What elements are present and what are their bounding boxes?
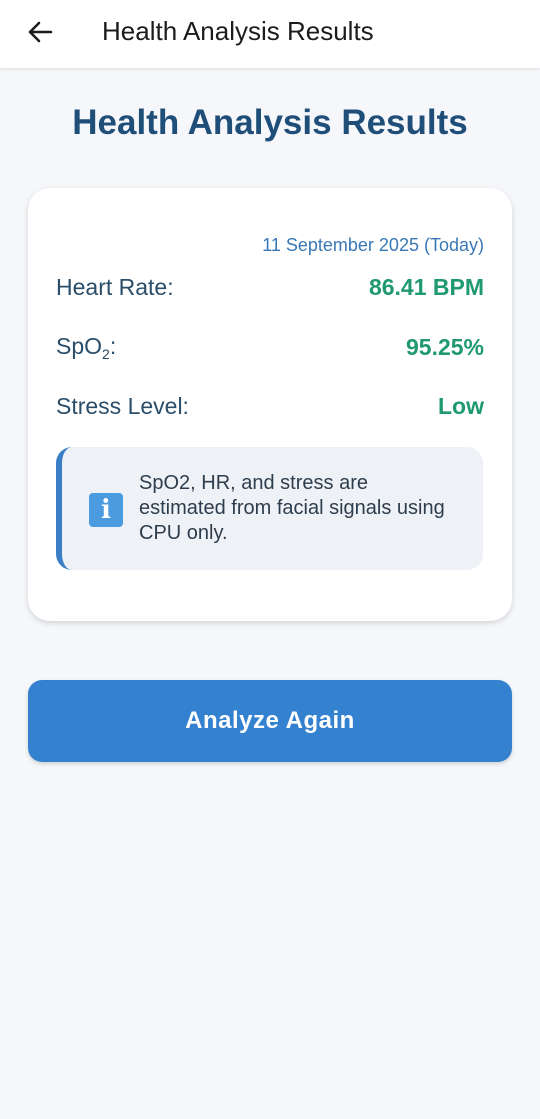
spo2-row: SpO2: 95.25% xyxy=(56,331,484,363)
heart-rate-label: Heart Rate: xyxy=(56,273,174,300)
result-date: 11 September 2025 (Today) xyxy=(262,235,484,255)
spo2-value: 95.25% xyxy=(405,333,484,360)
app-bar: Health Analysis Results xyxy=(0,0,540,68)
stress-label: Stress Level: xyxy=(56,392,189,419)
results-card: 11 September 2025 (Today) Heart Rate: 86… xyxy=(28,188,512,621)
info-note: i SpO2, HR, and stress are estimated fro… xyxy=(56,447,483,570)
info-icon: i xyxy=(89,493,123,527)
arrow-left-icon xyxy=(28,21,53,43)
app-bar-title: Health Analysis Results xyxy=(102,16,374,46)
stress-row: Stress Level: Low xyxy=(56,390,484,422)
heart-rate-value: 86.41 BPM xyxy=(368,273,484,300)
heart-rate-row: Heart Rate: 86.41 BPM xyxy=(56,271,484,303)
analyze-again-label: Analyze Again xyxy=(185,707,355,734)
back-button[interactable] xyxy=(22,14,58,50)
spo2-label: SpO2: xyxy=(56,332,117,362)
info-text: SpO2, HR, and stress are estimated from … xyxy=(139,472,445,544)
analyze-again-button[interactable]: Analyze Again xyxy=(28,680,512,762)
page-title: Health Analysis Results xyxy=(72,103,468,142)
stress-value: Low xyxy=(438,392,484,419)
